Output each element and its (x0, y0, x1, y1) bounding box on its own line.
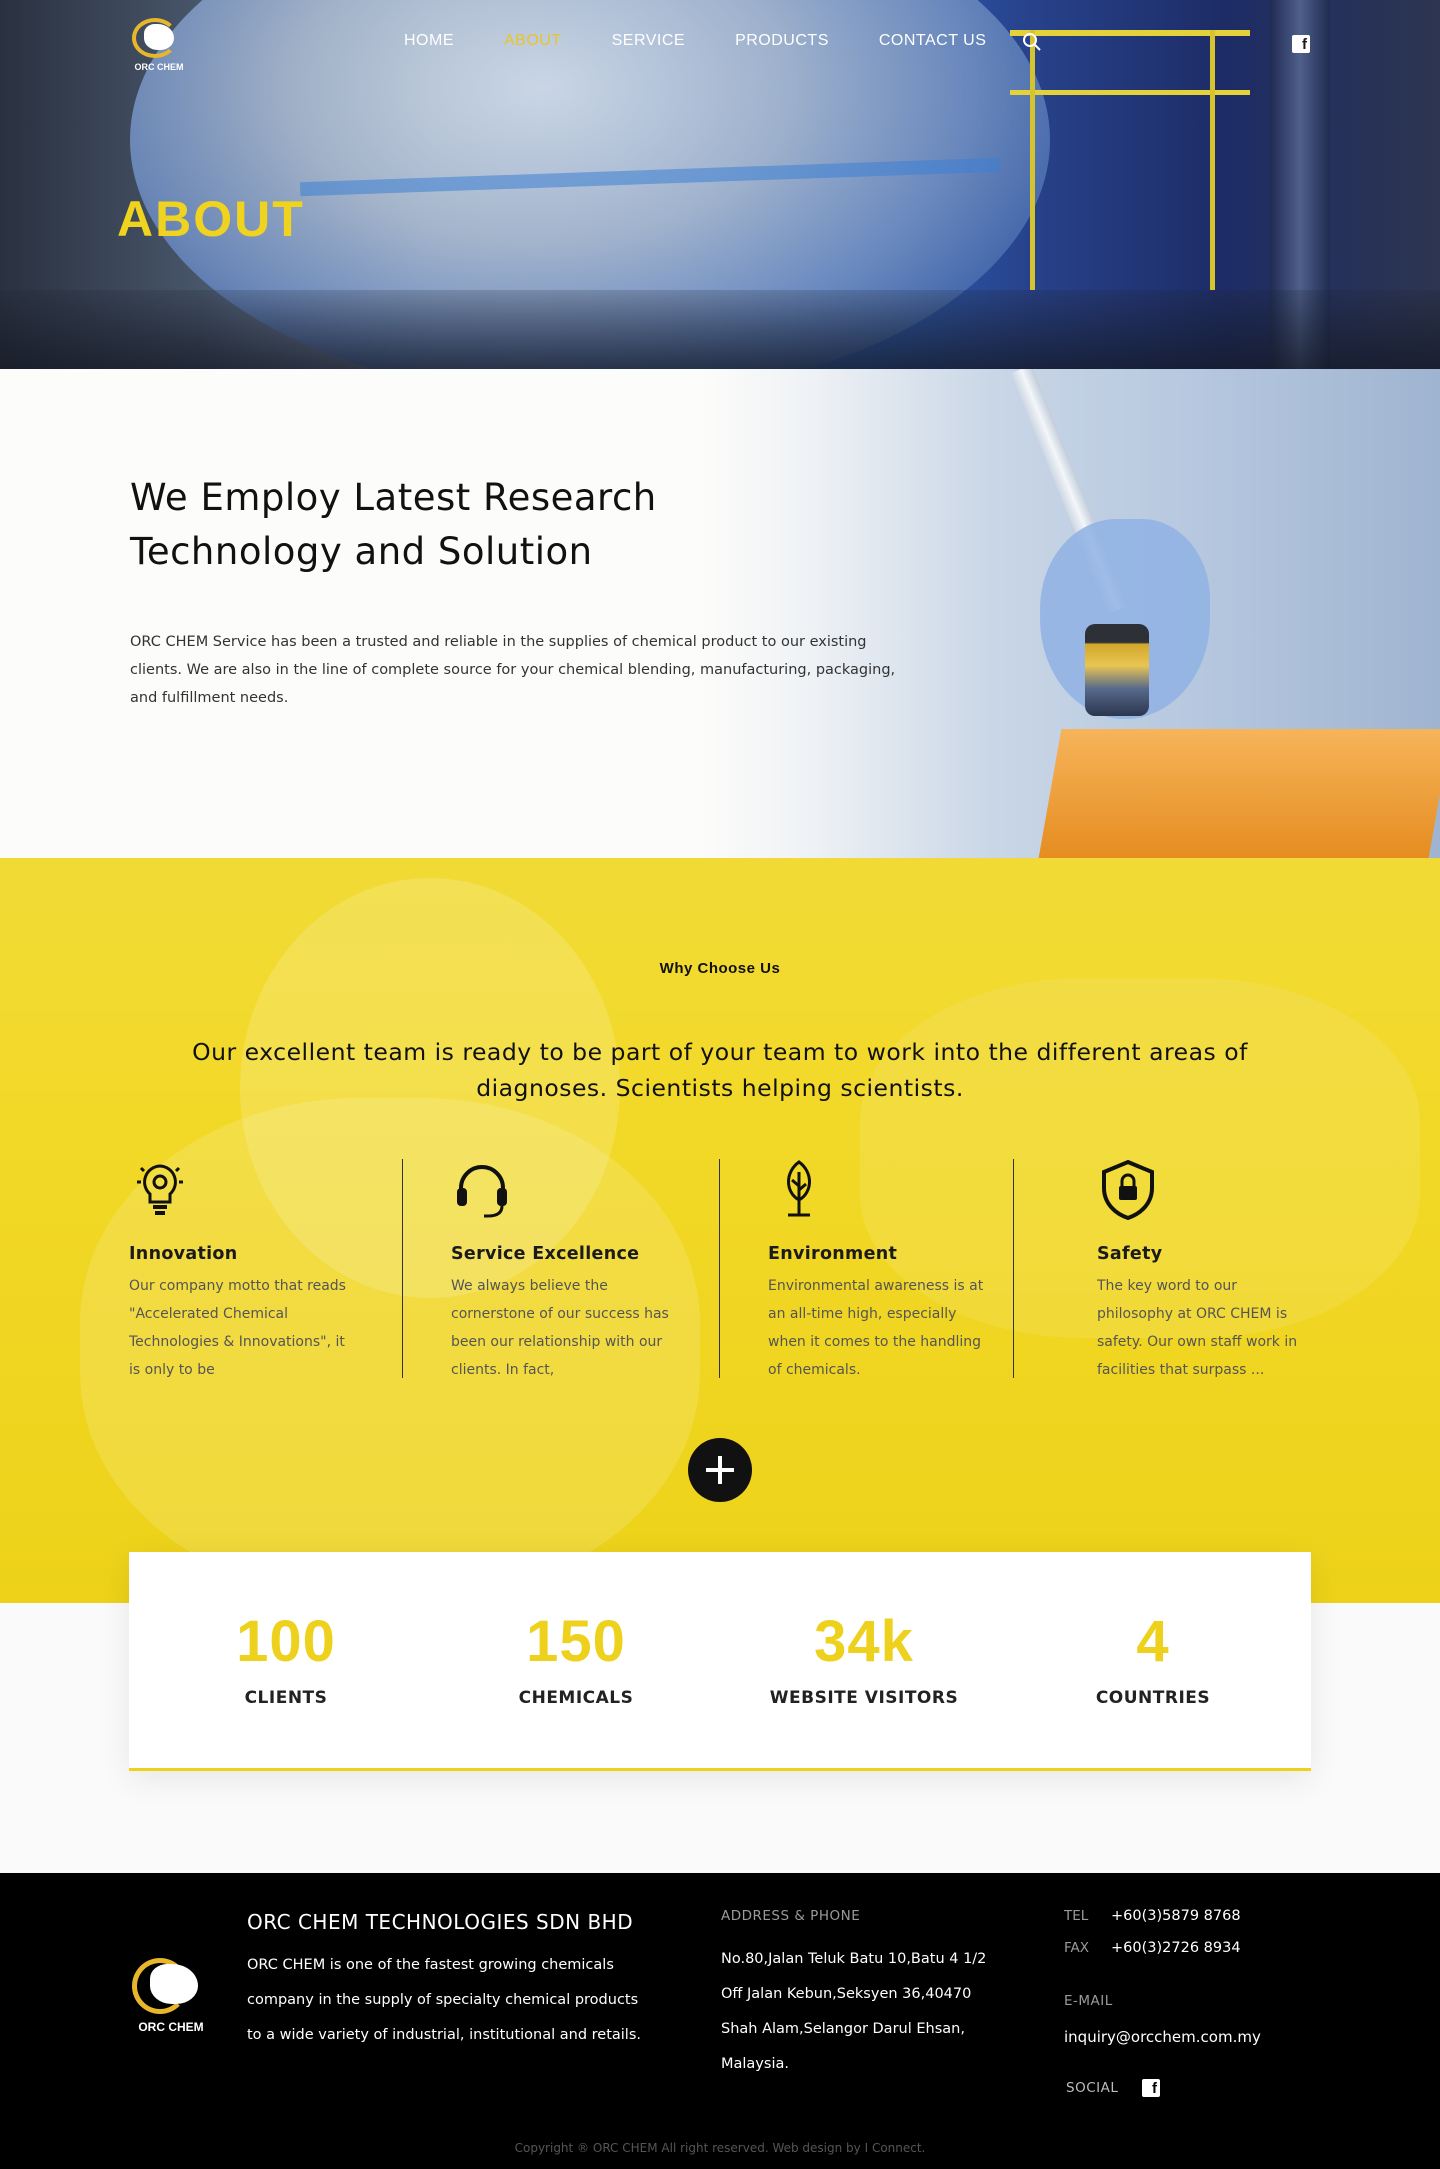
stat-label: CLIENTS (244, 1688, 328, 1708)
feature-title: Innovation (129, 1244, 238, 1264)
divider (402, 1159, 403, 1378)
email-heading: E-MAIL (1064, 1993, 1113, 2009)
footer-email-link[interactable]: inquiry@orcchem.com.my (1064, 2028, 1261, 2046)
stats-panel: 100 CLIENTS 150 CHEMICALS 34k WEBSITE VI… (129, 1552, 1311, 1771)
feature-text: The key word to our philosophy at ORC CH… (1097, 1278, 1298, 1378)
feature-title: Safety (1097, 1244, 1163, 1264)
feature-service-excellence: Service Excellence We always believe the… (451, 1158, 671, 1384)
divider (1013, 1159, 1014, 1378)
footer-tel: TEL +60(3)5879 8768 (1064, 1908, 1241, 1924)
bull-icon (144, 24, 174, 50)
lightbulb-gear-icon (137, 1164, 183, 1215)
footer-address: No.80,Jalan Teluk Batu 10,Batu 4 1/2 Off… (721, 1951, 987, 2072)
search-icon[interactable] (1022, 32, 1042, 52)
divider (719, 1159, 720, 1378)
feature-safety: Safety The key word to our philosophy at… (1097, 1158, 1317, 1384)
nav-home[interactable]: HOME (404, 32, 454, 50)
stat-label: CHEMICALS (518, 1688, 634, 1708)
logo-text: ORC CHEM (134, 62, 184, 72)
nav-service[interactable]: SERVICE (612, 32, 685, 50)
stat-value: 100 (236, 1609, 336, 1674)
fax-value: +60(3)2726 8934 (1111, 1940, 1241, 1956)
logo-text: ORC CHEM (138, 2020, 204, 2034)
stat-value: 150 (526, 1609, 626, 1674)
stat-label: COUNTRIES (1095, 1688, 1211, 1708)
social-label: SOCIAL (1066, 2080, 1119, 2096)
footer: ORC CHEM ORC CHEM TECHNOLOGIES SDN BHD O… (0, 1873, 1440, 2169)
section-lead: Our excellent team is ready to be part o… (192, 1038, 1248, 1102)
feature-text: We always believe the cornerstone of our… (451, 1278, 669, 1378)
facebook-icon[interactable]: f (1292, 35, 1310, 53)
stat-clients: 100 CLIENTS (166, 1609, 406, 1709)
research-heading: We Employ Latest Research Technology and… (130, 476, 657, 573)
stat-label: WEBSITE VISITORS (769, 1688, 959, 1708)
feature-text: Environmental awareness is at an all-tim… (768, 1278, 984, 1378)
feature-title: Environment (768, 1244, 898, 1264)
site-logo[interactable]: ORC CHEM (124, 18, 194, 78)
fax-label: FAX (1064, 1940, 1090, 1956)
stat-value: 34k (814, 1609, 914, 1674)
footer-fax: FAX +60(3)2726 8934 (1064, 1940, 1241, 1956)
nav-contact-us[interactable]: CONTACT US (879, 32, 987, 50)
footer-logo[interactable]: ORC CHEM (130, 1958, 212, 2038)
stat-chemicals: 150 CHEMICALS (456, 1609, 696, 1709)
feature-text: Our company motto that reads "Accelerate… (129, 1278, 346, 1378)
feature-environment: Environment Environmental awareness is a… (768, 1158, 988, 1384)
main-nav: HOME ABOUT SERVICE PRODUCTS CONTACT US (404, 32, 1036, 50)
footer-description: ORC CHEM is one of the fastest growing c… (247, 1957, 641, 2043)
nav-products[interactable]: PRODUCTS (735, 32, 829, 50)
address-heading: ADDRESS & PHONE (721, 1908, 861, 1924)
facebook-icon[interactable]: f (1142, 2079, 1160, 2097)
research-body: ORC CHEM Service has been a trusted and … (130, 634, 896, 706)
stat-countries: 4 COUNTRIES (1033, 1609, 1273, 1709)
stat-value: 4 (1136, 1609, 1170, 1674)
page-title: ABOUT (117, 191, 305, 247)
plant-icon (787, 1160, 811, 1217)
tel-label: TEL (1064, 1908, 1089, 1924)
tel-value[interactable]: +60(3)5879 8768 (1111, 1908, 1241, 1924)
headset-icon (457, 1165, 507, 1218)
stat-website-visitors: 34k WEBSITE VISITORS (744, 1609, 984, 1709)
why-choose-us-section: Why Choose Us Our excellent team is read… (0, 858, 1440, 1603)
expand-plus-button[interactable] (688, 1438, 752, 1502)
bull-icon (150, 1964, 198, 2004)
feature-title: Service Excellence (451, 1244, 640, 1264)
footer-company-name: ORC CHEM TECHNOLOGIES SDN BHD (247, 1910, 634, 1934)
hero-banner: ORC CHEM HOME ABOUT SERVICE PRODUCTS CON… (0, 0, 1440, 369)
copyright: Copyright ® ORC CHEM All right reserved.… (514, 2141, 926, 2155)
section-kicker: Why Choose Us (659, 960, 781, 977)
nav-about[interactable]: ABOUT (504, 32, 562, 50)
shield-lock-icon (1102, 1159, 1154, 1221)
research-section: We Employ Latest Research Technology and… (0, 369, 1440, 858)
feature-innovation: Innovation Our company motto that reads … (129, 1158, 349, 1384)
